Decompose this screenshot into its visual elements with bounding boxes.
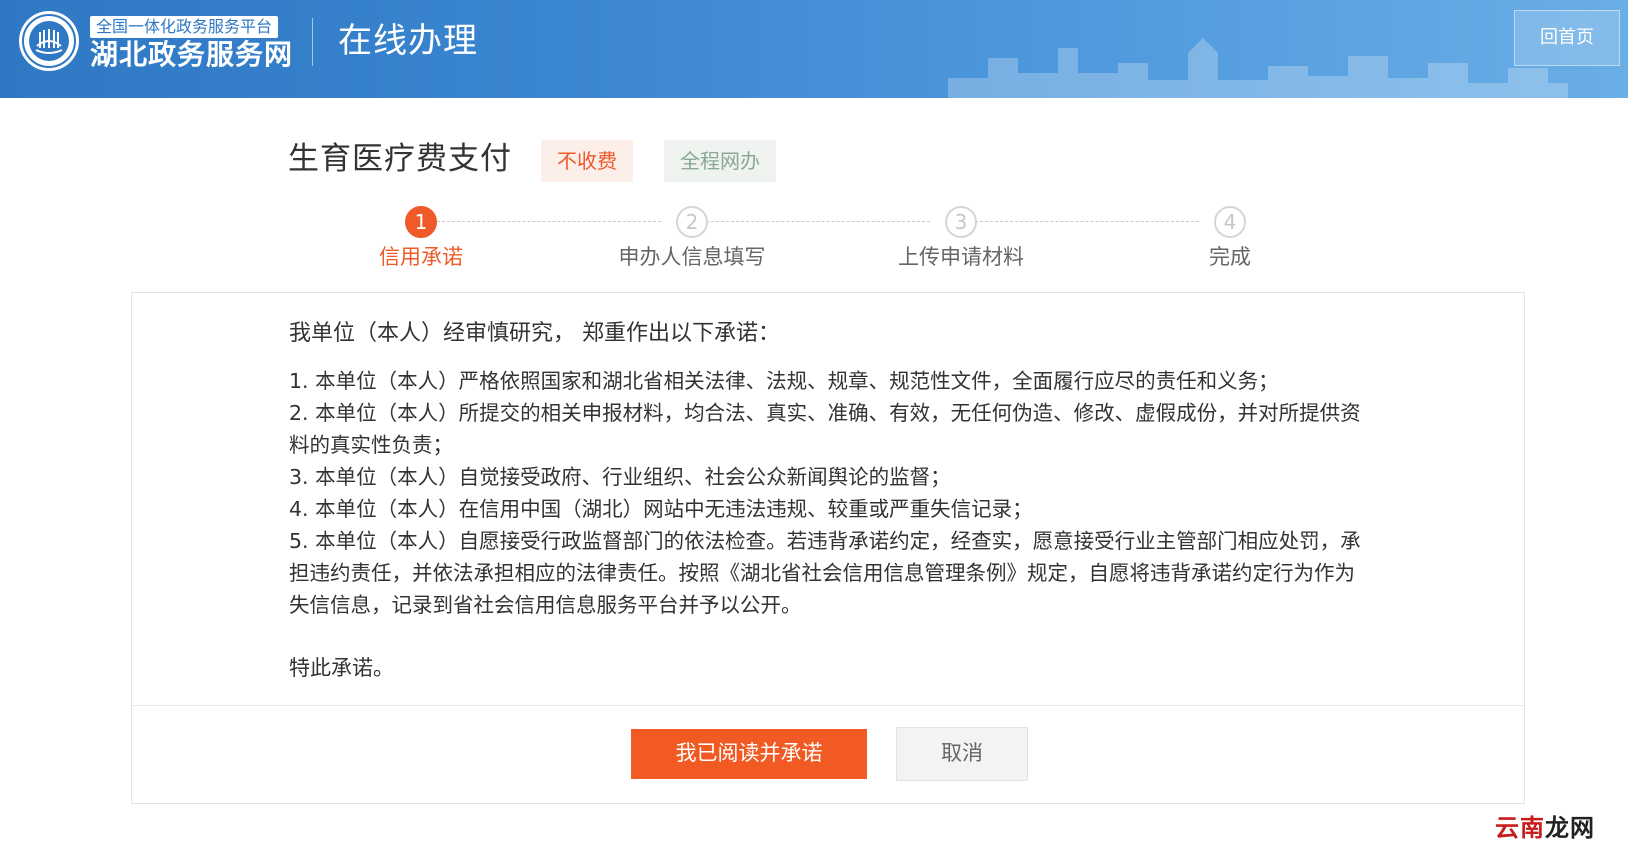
header-divider [312,18,313,66]
step-4-label: 完成 [1209,245,1251,269]
online-tag: 全程网办 [664,140,776,182]
step-3-label: 上传申请材料 [898,245,1024,269]
confirm-commitment-button[interactable]: 我已阅读并承诺 [631,729,867,779]
platform-name: 全国一体化政务服务平台 [90,16,279,38]
commitment-item: 5. 本单位（本人）自愿接受行政监督部门的依法检查。若违背承诺约定，经查实，愿意… [289,529,1361,617]
commitment-closing: 特此承诺。 [289,656,394,680]
watermark-part-1: 云南 [1495,813,1545,842]
section-title: 在线办理 [338,21,478,61]
commitment-panel: 我单位（本人）经审慎研究， 郑重作出以下承诺： 1. 本单位（本人）严格依照国家… [131,292,1525,804]
cancel-button[interactable]: 取消 [896,727,1028,781]
government-emblem-icon [19,11,79,71]
step-4-number: 4 [1214,206,1246,238]
watermark-part-2: 龙网 [1545,813,1595,842]
top-banner: 全国一体化政务服务平台 湖北政务服务网 在线办理 回首页 [0,0,1628,98]
commitment-intro: 我单位（本人）经审慎研究， 郑重作出以下承诺： [289,321,780,346]
step-1-label: 信用承诺 [379,245,463,269]
step-connector [706,221,930,222]
site-watermark: 云南龙网 [1495,808,1595,843]
home-button[interactable]: 回首页 [1514,10,1620,66]
panel-divider [132,705,1524,706]
step-1-number: 1 [405,206,437,238]
site-name[interactable]: 湖北政务服务网 [90,38,293,72]
commitment-item: 3. 本单位（本人）自觉接受政府、行业组织、社会公众新闻舆论的监督； [289,465,951,489]
commitment-item: 1. 本单位（本人）严格依照国家和湖北省相关法律、法规、规章、规范性文件，全面履… [289,369,1279,393]
step-3-number: 3 [945,206,977,238]
city-skyline-decoration [948,38,1568,98]
step-2-label: 申办人信息填写 [618,245,766,269]
step-2-number: 2 [676,206,708,238]
commitment-item: 4. 本单位（本人）在信用中国（湖北）网站中无违法违规、较重或严重失信记录； [289,497,1033,521]
commitment-item: 2. 本单位（本人）所提交的相关申报材料，均合法、真实、准确、有效，无任何伪造、… [289,401,1361,457]
commitment-list: 1. 本单位（本人）严格依照国家和湖北省相关法律、法规、规章、规范性文件，全面履… [289,365,1369,621]
service-title: 生育医疗费支付 [288,141,512,177]
step-connector [975,221,1199,222]
step-connector [437,221,661,222]
fee-tag: 不收费 [541,140,633,182]
